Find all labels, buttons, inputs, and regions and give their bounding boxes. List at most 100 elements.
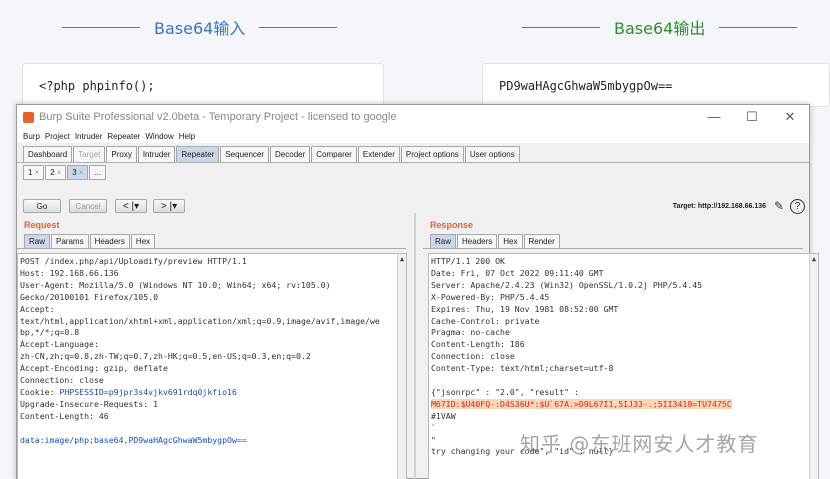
back-button[interactable]: < |▾: [115, 199, 147, 213]
request-tab-headers[interactable]: Headers: [89, 234, 130, 248]
scroll-up-icon[interactable]: ▲: [810, 254, 818, 266]
request-tabs: Raw Params Headers Hex: [17, 233, 406, 249]
response-tab-hex[interactable]: Hex: [498, 234, 523, 248]
tab-comparer[interactable]: Comparer: [311, 146, 357, 162]
response-line: Connection: close: [431, 351, 515, 362]
forward-button[interactable]: > |▾: [153, 199, 185, 213]
tab-repeater[interactable]: Repeater: [176, 146, 220, 162]
menu-burp[interactable]: Burp: [23, 132, 40, 141]
tool-tabs: Dashboard Target Proxy Intruder Repeater…: [17, 143, 809, 163]
close-button[interactable]: ✕: [771, 109, 809, 125]
repeater-tab-label: 1: [28, 167, 33, 177]
pane-splitter[interactable]: [414, 213, 416, 479]
response-tab-headers[interactable]: Headers: [457, 234, 498, 248]
request-line: Gecko/20100101 Firefox/105.0: [20, 291, 159, 302]
burp-logo-icon: [23, 111, 34, 123]
response-json-start: {"jsonrpc" : "2.0", "result" :: [431, 386, 579, 397]
request-editor[interactable]: POST /index.php/api/Uploadify/preview HT…: [17, 253, 407, 479]
request-line: Accept:: [20, 303, 55, 314]
response-line: Pragma: no-cache: [431, 327, 510, 338]
request-line: text/html,application/xhtml+xml,applicat…: [20, 315, 380, 326]
go-button[interactable]: Go: [23, 199, 61, 213]
tab-intruder[interactable]: Intruder: [137, 146, 176, 162]
cookie-line: Cookie: PHPSESSID=p9jpr3s4vjkv691rdq0jkf…: [20, 387, 392, 399]
pencil-icon[interactable]: ✎: [772, 199, 786, 213]
request-line: Accept-Encoding: gzip, deflate: [20, 363, 168, 374]
watermark: 知乎 @东班网安人才教育: [520, 432, 759, 456]
burp-window: Burp Suite Professional v2.0beta - Tempo…: [16, 104, 819, 479]
menu-help[interactable]: Help: [179, 132, 195, 141]
repeater-tab-2[interactable]: 2 ×: [45, 164, 67, 180]
base64-output-header: Base64输出: [522, 14, 798, 40]
base64-input-title: Base64输入: [154, 19, 246, 38]
request-line: Connection: close: [20, 375, 104, 386]
tab-target[interactable]: Target: [73, 146, 106, 162]
response-line: Server: Apache/2.4.23 (Win32) OpenSSL/1.…: [431, 279, 703, 290]
divider: [259, 26, 338, 28]
repeater-tab-3[interactable]: 3 ×: [67, 164, 89, 180]
response-highlight: M67ID:$U40FQ-:D4S36U*:$U`67A.>D9L67I1,5I…: [431, 398, 732, 409]
tab-decoder[interactable]: Decoder: [270, 146, 311, 162]
tab-extender[interactable]: Extender: [357, 146, 400, 162]
request-title: Request: [24, 220, 60, 230]
response-line: #1VAW: [431, 410, 456, 421]
cancel-button[interactable]: Cancel: [69, 199, 107, 213]
response-line: Expires: Thu, 19 Nov 1981 08:52:00 GMT: [431, 303, 619, 314]
repeater-tab-new[interactable]: ...: [89, 164, 107, 180]
base64-output-title: Base64输出: [614, 19, 706, 38]
tab-proxy[interactable]: Proxy: [106, 146, 137, 162]
menu-bar: Burp Project Intruder Repeater Window He…: [17, 129, 809, 143]
cookie-value: PHPSESSID=p9jpr3s4vjkv691rdq0jkfio16: [59, 386, 237, 397]
response-tab-raw[interactable]: Raw: [430, 234, 457, 248]
tab-sequencer[interactable]: Sequencer: [220, 146, 270, 162]
response-highlight-line: M67ID:$U40FQ-:D4S36U*:$U`67A.>D9L67I1,5I…: [431, 398, 804, 411]
divider: [719, 26, 798, 28]
divider: [522, 26, 600, 28]
request-line: POST /index.php/api/Uploadify/preview HT…: [20, 256, 247, 266]
request-tab-raw[interactable]: Raw: [24, 234, 51, 248]
request-tab-hex[interactable]: Hex: [130, 234, 156, 248]
request-line: bp,*/*;q=0.8: [20, 327, 80, 338]
response-title: Response: [430, 220, 474, 230]
request-line: Upgrade-Insecure-Requests: 1: [20, 398, 159, 409]
base64-output-box[interactable]: PD9waHAgcGhwaW5mbygpOw==: [482, 63, 830, 107]
close-icon[interactable]: ×: [57, 168, 62, 177]
request-line: User-Agent: Mozilla/5.0 (Windows NT 10.0…: [20, 279, 331, 290]
help-icon[interactable]: ?: [790, 198, 805, 214]
menu-repeater[interactable]: Repeater: [107, 132, 140, 141]
scroll-up-icon[interactable]: ▲: [398, 254, 406, 266]
menu-project[interactable]: Project: [45, 132, 70, 141]
request-tab-params[interactable]: Params: [51, 234, 89, 248]
request-line: Content-Length: 46: [20, 410, 109, 421]
response-line: Content-Type: text/html;charset=utf-8: [431, 363, 614, 374]
menu-window[interactable]: Window: [145, 132, 173, 141]
request-body: data:image/php;base64,PD9waHAgcGhwaW5mby…: [20, 434, 247, 445]
response-line: Date: Fri, 07 Oct 2022 09:11:40 GMT: [431, 267, 604, 278]
close-icon[interactable]: ×: [79, 168, 84, 177]
response-tab-render[interactable]: Render: [523, 234, 560, 248]
tab-project-options[interactable]: Project options: [400, 146, 464, 162]
repeater-tab-label: 3: [72, 167, 77, 177]
window-title: Burp Suite Professional v2.0beta - Tempo…: [39, 111, 397, 123]
maximize-button[interactable]: ☐: [733, 109, 771, 125]
request-line: Host: 192.168.66.136: [20, 267, 119, 278]
request-line: Accept-Language:: [20, 339, 99, 350]
request-line: zh-CN,zh;q=0.8,zh-TW;q=0.7,zh-HK;q=0.5,e…: [20, 351, 311, 362]
base64-input-header: Base64输入: [62, 14, 338, 40]
title-bar: Burp Suite Professional v2.0beta - Tempo…: [17, 105, 809, 129]
menu-intruder[interactable]: Intruder: [75, 132, 103, 141]
tab-user-options[interactable]: User options: [464, 146, 520, 162]
repeater-tab-1[interactable]: 1 ×: [23, 164, 45, 180]
close-icon[interactable]: ×: [34, 168, 39, 177]
minimize-button[interactable]: —: [695, 109, 733, 125]
response-line: X-Powered-By: PHP/5.4.45: [431, 291, 550, 302]
base64-input-box[interactable]: <?php phpinfo();: [22, 63, 384, 107]
tab-dashboard[interactable]: Dashboard: [23, 146, 73, 162]
response-line: Cache-Control: private: [431, 315, 540, 326]
response-scrollbar[interactable]: ▲: [809, 254, 818, 479]
response-line: Content-Length: 186: [431, 339, 525, 350]
request-scrollbar[interactable]: ▲: [397, 254, 406, 479]
target-label: Target: http://192.168.66.136: [672, 202, 766, 210]
response-tabs: Raw Headers Hex Render: [423, 233, 803, 249]
response-line: HTTP/1.1 200 OK: [431, 256, 505, 266]
